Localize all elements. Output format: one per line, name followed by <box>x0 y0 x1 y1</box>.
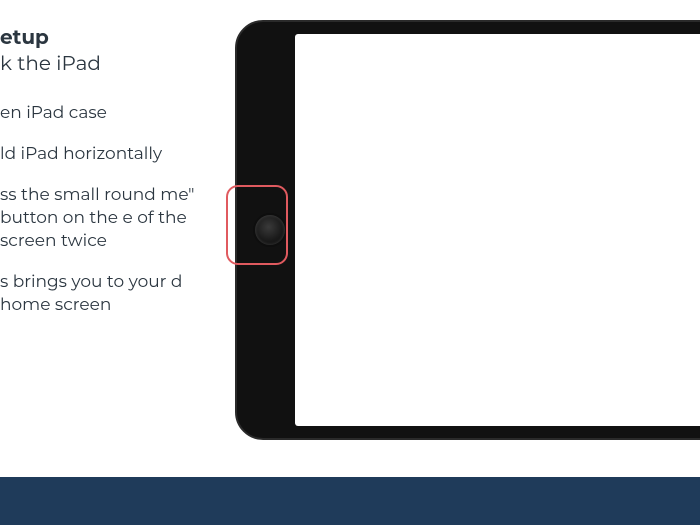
instruction-text-column: etup k the iPad en iPad case ld iPad hor… <box>0 26 210 335</box>
ipad-body <box>235 20 700 440</box>
footer-bar <box>0 477 700 525</box>
instruction-item: ss the small round me" button on the e o… <box>0 184 210 253</box>
slide: etup k the iPad en iPad case ld iPad hor… <box>0 0 700 525</box>
ipad-illustration <box>235 20 700 465</box>
instruction-item: ld iPad horizontally <box>0 143 210 166</box>
slide-heading: etup <box>0 26 210 50</box>
instruction-item: s brings you to your d home screen <box>0 271 210 317</box>
instruction-list: en iPad case ld iPad horizontally ss the… <box>0 102 210 317</box>
home-button-icon <box>255 215 285 245</box>
slide-subheading: k the iPad <box>0 52 210 76</box>
ipad-screen <box>295 34 700 426</box>
instruction-item: en iPad case <box>0 102 210 125</box>
